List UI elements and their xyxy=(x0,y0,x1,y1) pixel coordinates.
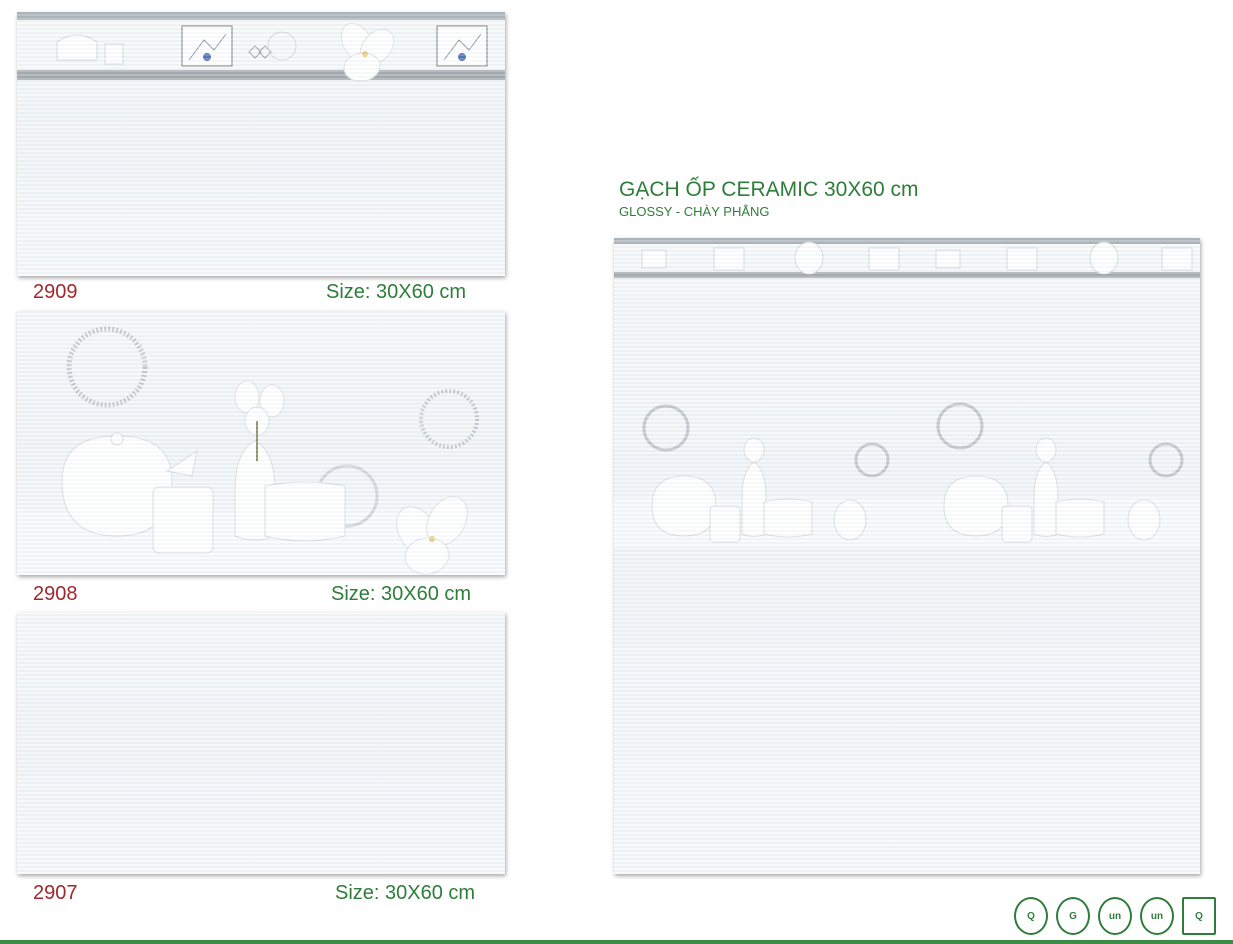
footer-bar xyxy=(0,940,1233,944)
tile-code-2908: 2908 xyxy=(33,583,78,605)
tile-2907-image xyxy=(17,612,505,874)
tile-2908-image xyxy=(17,311,505,575)
tile-2909-image xyxy=(17,12,505,276)
un-quacert-icon: un xyxy=(1098,897,1132,935)
wall-border-strip xyxy=(614,238,1200,278)
quacert-logo-icon: Q xyxy=(1014,897,1048,935)
tile-size-2908: Size: 30X60 cm xyxy=(331,583,472,605)
certification-logos: Q G un un Q xyxy=(1014,897,1216,935)
border-decor-strip xyxy=(17,12,505,82)
product-title: GẠCH ỐP CERAMIC 30X60 cm xyxy=(619,178,919,201)
tile-size-2907: Size: 30X60 cm xyxy=(335,882,476,904)
decor-still-life xyxy=(17,326,505,575)
product-heading: GẠCH ỐP CERAMIC 30X60 cm GLOSSY - CHÀY P… xyxy=(619,178,919,219)
product-subtitle: GLOSSY - CHÀY PHẲNG xyxy=(619,204,770,219)
wall-decor-row xyxy=(614,402,1200,548)
wall-mockup xyxy=(614,238,1200,874)
jas-anz-cert-icon: G xyxy=(1056,897,1090,935)
tile-code-2907: 2907 xyxy=(33,882,78,904)
q-cert-icon: Q xyxy=(1182,897,1216,935)
tile-code-2909: 2909 xyxy=(33,281,78,303)
un-quacert-icon-2: un xyxy=(1140,897,1174,935)
tile-size-2909: Size: 30X60 cm xyxy=(326,281,467,303)
